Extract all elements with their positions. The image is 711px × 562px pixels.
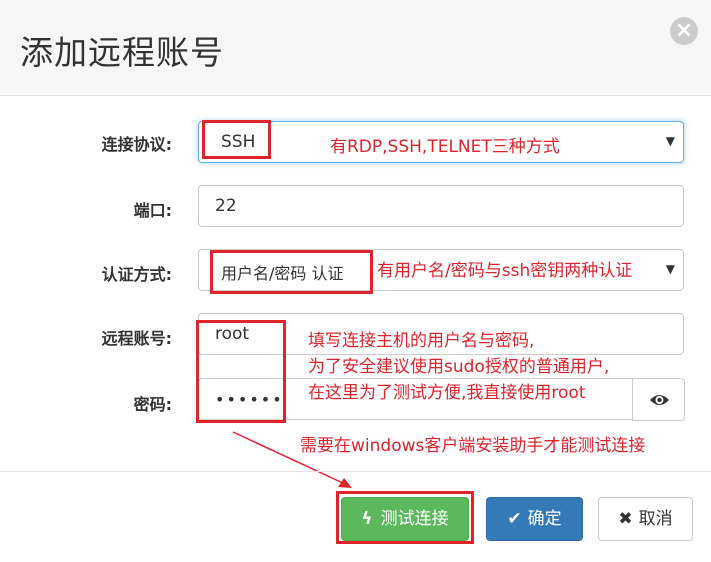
check-icon: ✔ xyxy=(507,509,522,529)
highlight-box xyxy=(336,491,474,544)
footer-divider xyxy=(0,471,711,472)
cancel-label: 取消 xyxy=(638,509,673,529)
cancel-button[interactable]: ✖ 取消 xyxy=(598,497,693,541)
confirm-label: 确定 xyxy=(527,509,562,529)
confirm-button[interactable]: ✔ 确定 xyxy=(486,497,583,541)
arrow-annotation xyxy=(232,431,352,488)
close-icon: ✖ xyxy=(618,509,633,529)
